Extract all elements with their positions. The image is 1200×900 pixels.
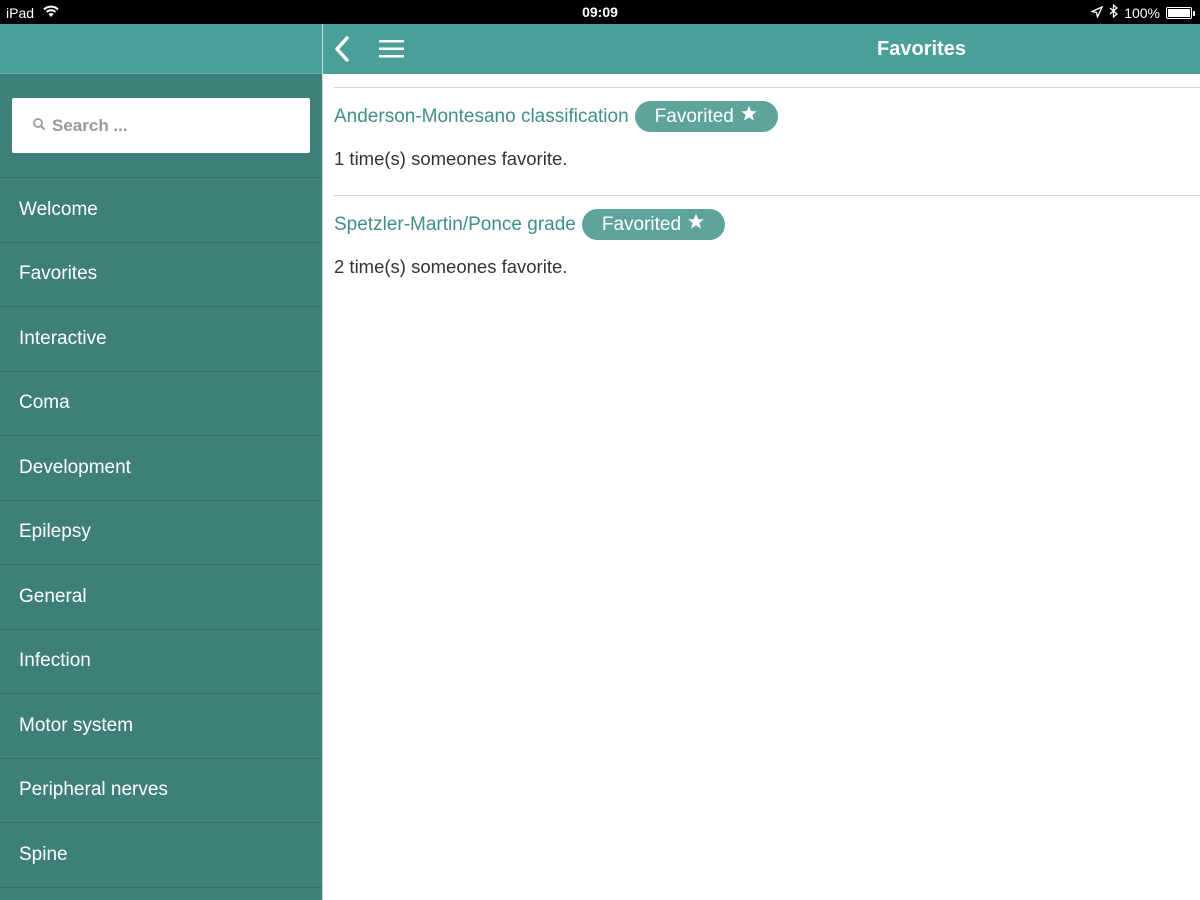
sidebar-item-label: Peripheral nerves xyxy=(19,779,168,801)
favorite-count: 2 time(s) someones favorite. xyxy=(334,256,568,277)
status-right: 100% xyxy=(1090,3,1195,21)
top-bar: Favorites xyxy=(323,24,1200,74)
favorited-badge[interactable]: Favorited xyxy=(581,209,726,240)
sidebar-item-label: Interactive xyxy=(19,327,107,349)
search-placeholder: Search ... xyxy=(52,115,128,135)
sidebar-item-label: Spine xyxy=(19,843,68,865)
location-icon xyxy=(1090,5,1104,21)
favorite-link[interactable]: Anderson-Montesano classification xyxy=(334,106,629,128)
sidebar-item-coma[interactable]: Coma xyxy=(0,372,322,436)
sidebar-item-label: Welcome xyxy=(19,198,98,220)
sidebar-item-label: Favorites xyxy=(19,263,98,285)
sidebar-item-spine[interactable]: Spine xyxy=(0,823,322,888)
page-title: Favorites xyxy=(877,38,966,60)
search-area: Search ... xyxy=(0,74,322,178)
favorited-badge[interactable]: Favorited xyxy=(634,101,778,132)
entry-title-row: Anderson-Montesano classification Favori… xyxy=(334,101,1200,132)
sidebar-item-epilepsy[interactable]: Epilepsy xyxy=(0,501,322,565)
sidebar-header xyxy=(0,24,322,74)
battery-icon xyxy=(1166,6,1195,19)
battery-label: 100% xyxy=(1124,4,1160,21)
sidebar-item-development[interactable]: Development xyxy=(0,436,322,501)
sidebar-item-interactive[interactable]: Interactive xyxy=(0,307,322,372)
badge-label: Favorited xyxy=(601,213,682,235)
badge-label: Favorited xyxy=(654,105,734,127)
sidebar-item-motor-system[interactable]: Motor system xyxy=(0,694,322,759)
sidebar-item-infection[interactable]: Infection xyxy=(0,630,322,694)
favorite-count: 1 time(s) someones favorite. xyxy=(334,148,568,169)
sidebar-item-label: Infection xyxy=(19,650,91,672)
sidebar: Search ... Welcome Favorites Interactive… xyxy=(0,24,322,900)
status-bar: iPad 09:09 100% xyxy=(0,0,1200,24)
sidebar-item-favorites[interactable]: Favorites xyxy=(0,243,322,307)
list-item: Spetzler-Martin/Ponce grade Favorited 2 … xyxy=(323,196,1200,303)
star-icon xyxy=(740,105,758,128)
favorite-link[interactable]: Spetzler-Martin/Ponce grade xyxy=(334,214,576,236)
sidebar-item-general[interactable]: General xyxy=(0,565,322,630)
sidebar-item-label: Epilepsy xyxy=(19,521,91,543)
star-icon xyxy=(687,213,705,236)
search-icon xyxy=(32,116,46,136)
sidebar-item-peripheral-nerves[interactable]: Peripheral nerves xyxy=(0,759,322,823)
sidebar-item-label: Development xyxy=(19,456,131,478)
search-input[interactable]: Search ... xyxy=(12,98,310,153)
bluetooth-icon xyxy=(1109,3,1119,21)
sidebar-item-label: Motor system xyxy=(19,714,134,736)
favorites-list: Anderson-Montesano classification Favori… xyxy=(323,74,1200,900)
entry-title-row: Spetzler-Martin/Ponce grade Favorited xyxy=(334,209,1200,240)
sidebar-item-label: General xyxy=(19,585,87,607)
list-item: Anderson-Montesano classification Favori… xyxy=(323,88,1200,195)
status-time: 09:09 xyxy=(582,4,618,20)
sidebar-item-welcome[interactable]: Welcome xyxy=(0,178,322,243)
sidebar-item-label: Coma xyxy=(19,392,70,414)
